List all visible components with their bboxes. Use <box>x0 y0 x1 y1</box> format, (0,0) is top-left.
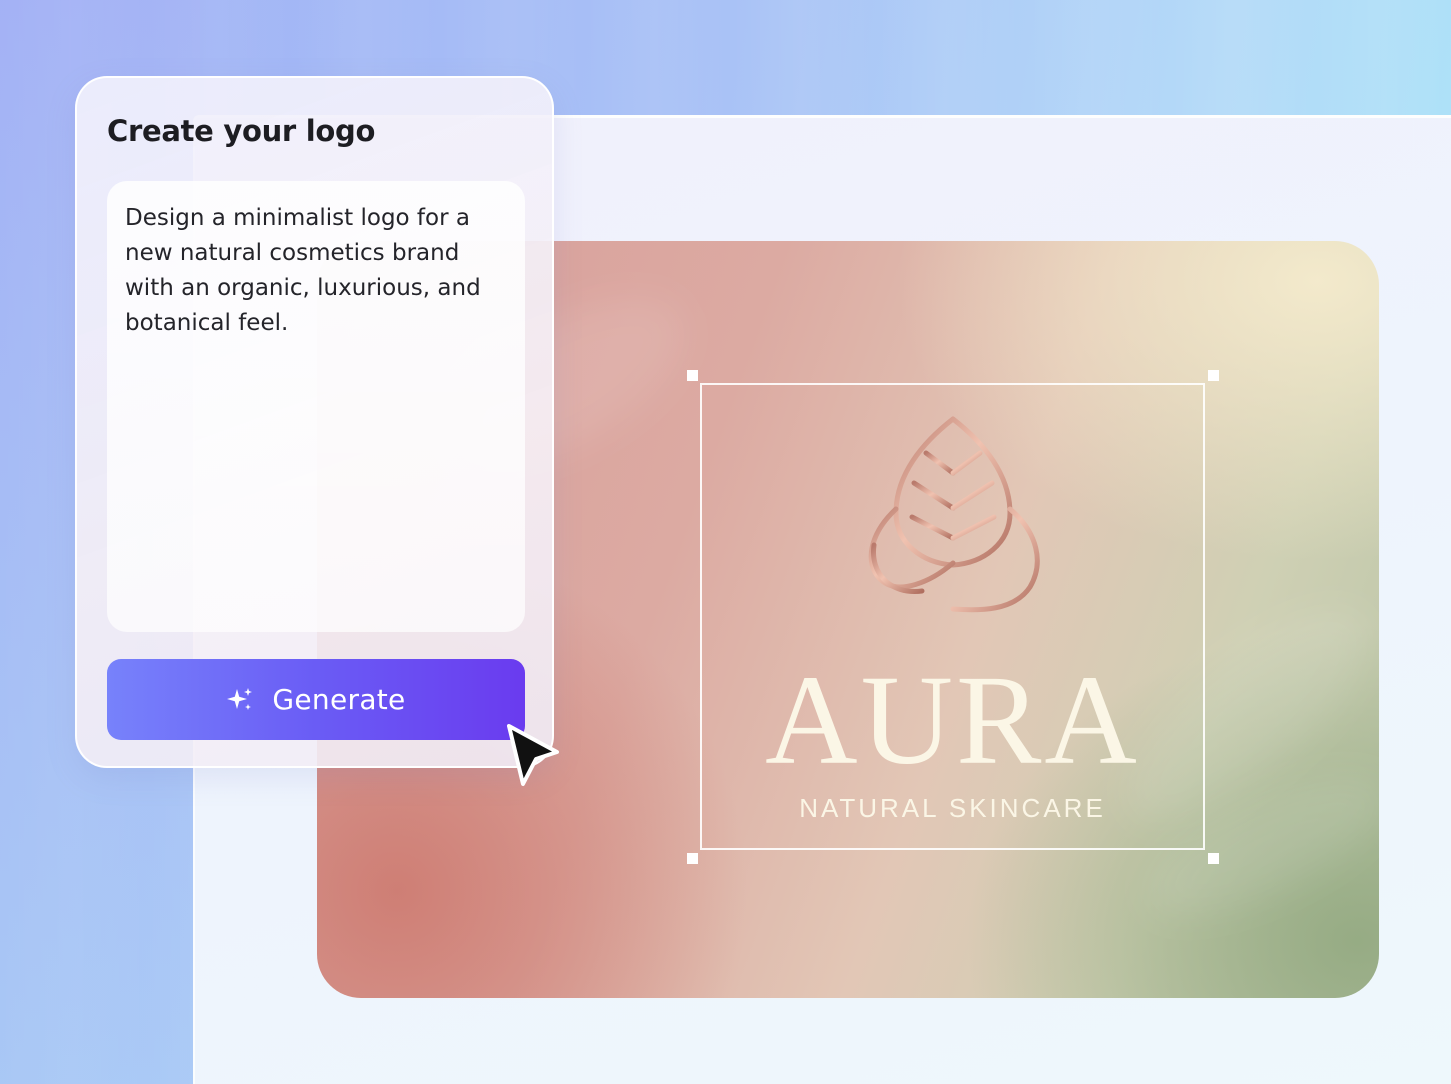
app-stage: AURA NATURAL SKINCARE Create your logo D… <box>0 0 1451 1084</box>
generate-label: Generate <box>272 683 406 716</box>
create-logo-panel: Create your logo Design a minimalist log… <box>75 76 554 768</box>
leaf-icon <box>868 416 1040 638</box>
panel-title: Create your logo <box>107 114 376 148</box>
resize-handle-bottom-right[interactable] <box>1208 853 1219 864</box>
logo-wordmark: AURA <box>765 649 1140 791</box>
resize-handle-top-right[interactable] <box>1208 370 1219 381</box>
resize-handle-bottom-left[interactable] <box>687 853 698 864</box>
logo-tagline: NATURAL SKINCARE <box>799 793 1106 823</box>
cursor-arrow-icon <box>507 724 559 786</box>
sparkle-icon <box>227 687 253 710</box>
generate-button[interactable]: Generate <box>107 659 525 740</box>
resize-handle-top-left[interactable] <box>687 370 698 381</box>
prompt-input[interactable]: Design a minimalist logo for a new natur… <box>107 181 525 632</box>
